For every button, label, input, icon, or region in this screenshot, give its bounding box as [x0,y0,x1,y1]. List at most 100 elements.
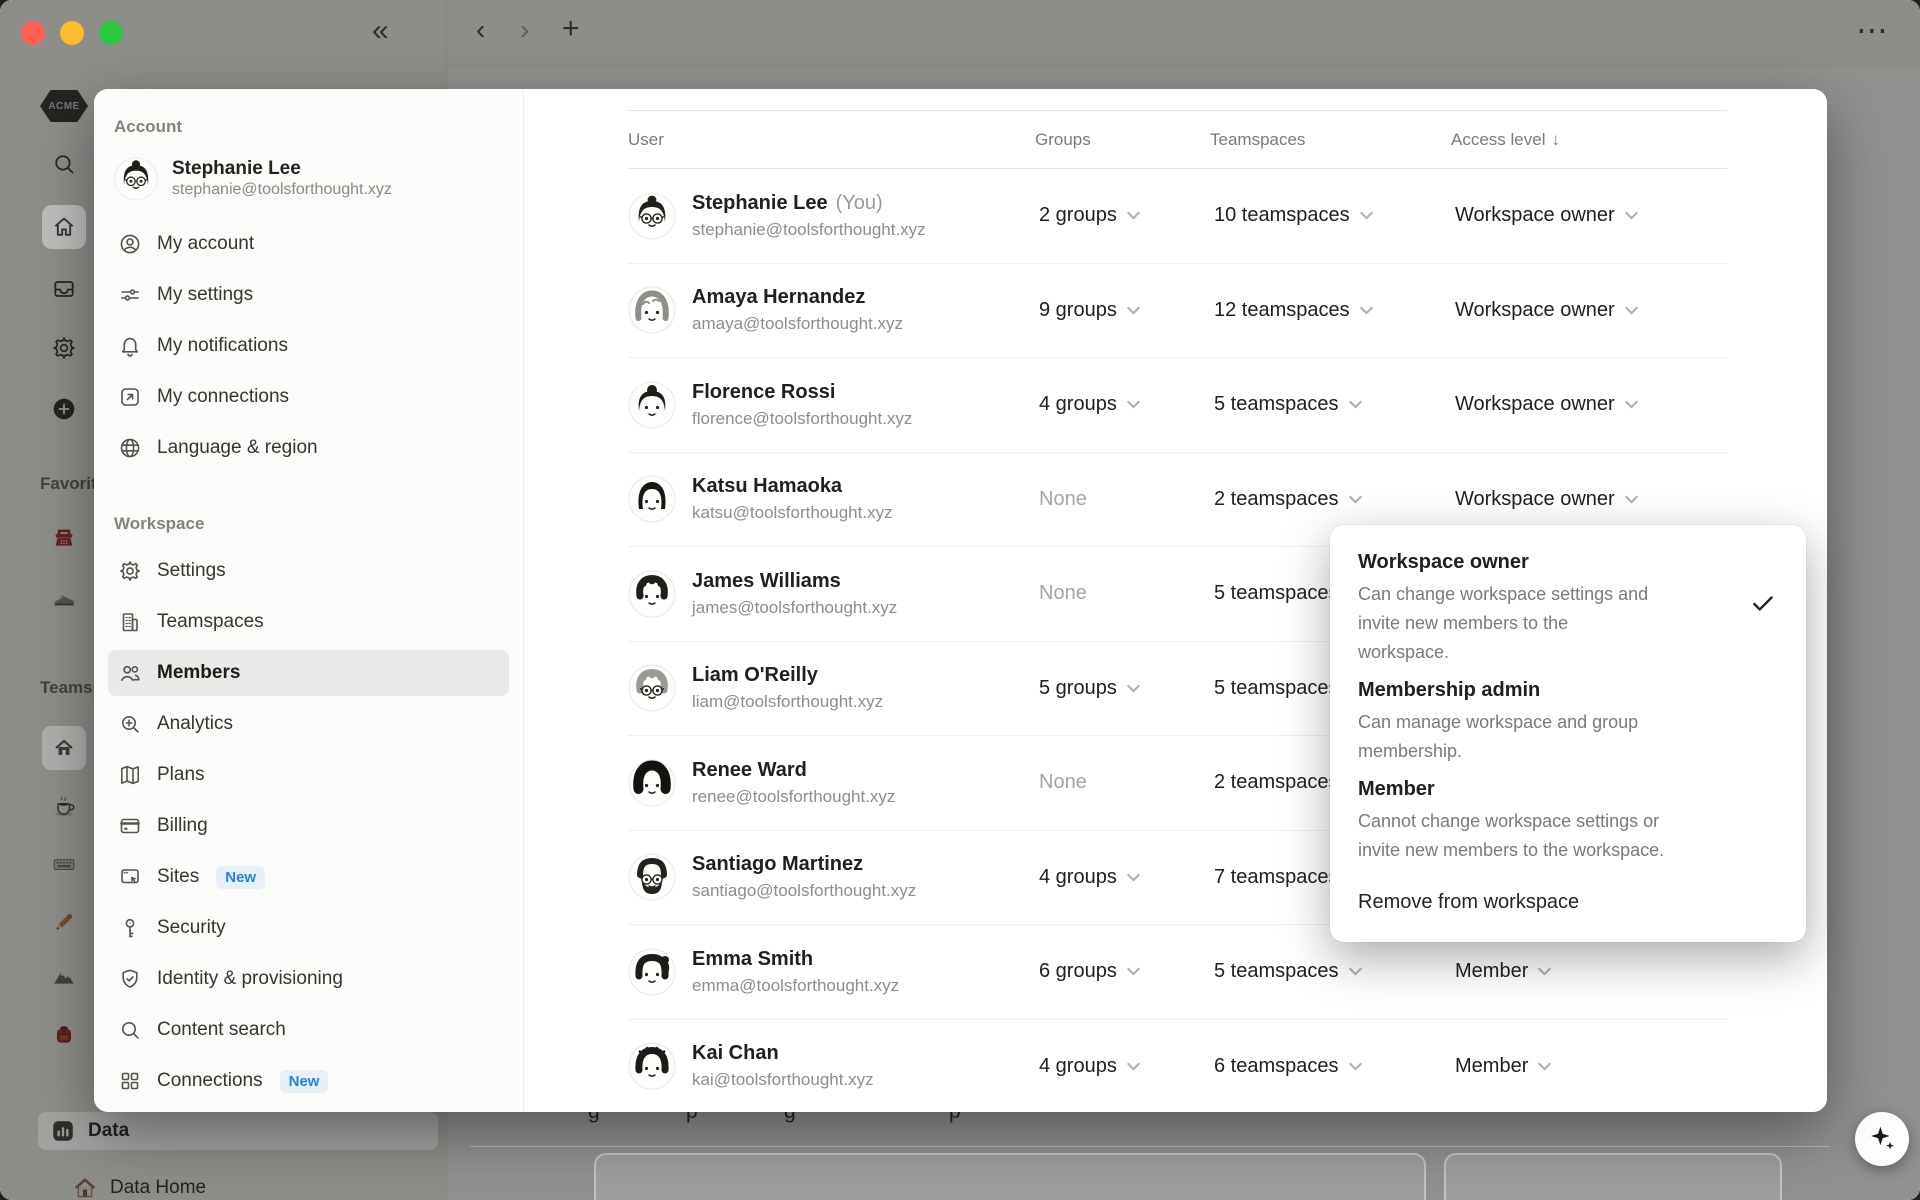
sidebar-item-billing[interactable]: Billing [108,803,509,849]
new-badge: New [216,865,266,889]
chevron-down-icon [1127,211,1140,220]
chevron-down-icon [1538,967,1552,976]
teamspaces-dropdown[interactable]: 5 teamspaces [1210,954,1366,989]
member-email: santiago@toolsforthought.xyz [692,881,917,901]
sidebar-item-sites[interactable]: Sites New [108,854,509,900]
avatar [628,381,676,429]
sidebar-item-my-settings[interactable]: My settings [108,272,509,318]
groups-dropdown[interactable]: 4 groups [1035,860,1144,895]
member-name: James Williams [692,569,841,592]
account-items: My account My settings My notifications My … [108,221,509,471]
chevron-down-icon [1538,1062,1552,1071]
access-level-dropdown[interactable]: Workspace owner [1451,293,1642,328]
house-color-icon [72,1175,98,1200]
sidebar-item-label: Plans [157,764,205,785]
sidebar-item-settings[interactable]: Settings [108,548,509,594]
sidebar-item-data-home[interactable]: Data Home [60,1168,420,1200]
groups-dropdown[interactable]: 4 groups [1035,1049,1144,1084]
sidebar-item-security[interactable]: Security [108,905,509,951]
access-level-dropdown[interactable]: Workspace owner [1451,482,1642,517]
column-user[interactable]: User [628,130,1035,150]
user-cell: Renee Ward renee@toolsforthought.xyz [628,759,1035,807]
browser-cursor-icon [118,865,142,889]
sidebar-item-data[interactable]: Data [38,1112,438,1150]
groups-dropdown[interactable]: 2 groups [1035,198,1144,233]
sidebar-item-language-region[interactable]: Language & region [108,425,509,471]
chevron-down-icon [1127,873,1140,882]
groups-dropdown[interactable]: 5 groups [1035,671,1144,706]
member-name: Amaya Hernandez [692,286,866,309]
sidebar-item-analytics[interactable]: Analytics [108,701,509,747]
minimize-button[interactable] [60,21,84,45]
sidebar-item-label: Teamspaces [157,611,264,632]
sidebar-item-label: Content search [157,1019,286,1040]
member-name: Renee Ward [692,758,807,781]
teamspaces-dropdown[interactable]: 12 teamspaces [1210,293,1377,328]
sidebar-item-plans[interactable]: Plans [108,752,509,798]
background-card [1444,1153,1782,1200]
column-access-level[interactable]: Access level ↓ [1451,130,1727,150]
sidebar-item-label: Settings [157,560,226,581]
user-cell: Florence Rossi florence@toolsforthought.x… [628,381,1035,429]
remove-from-workspace-option[interactable]: Remove from workspace [1358,883,1778,922]
avatar [628,475,676,523]
window-controls [21,21,123,45]
column-teamspaces[interactable]: Teamspaces [1210,130,1451,150]
globe-icon [118,436,142,460]
avatar [628,759,676,807]
sidebar-item-label: Sites [157,866,200,887]
teamspaces-dropdown[interactable]: 6 teamspaces [1210,1049,1366,1084]
sidebar-item-identity-provisioning[interactable]: Identity & provisioning [108,956,509,1002]
settings-sidebar: Account Stephanie Lee stephanie@toolsfor… [94,89,524,1112]
sidebar-item-my-account[interactable]: My account [108,221,509,267]
access-option-membership-admin[interactable]: Membership admin Can manage workspace and… [1358,669,1778,768]
chevron-down-icon [1127,684,1140,693]
groups-dropdown[interactable]: 6 groups [1035,954,1144,989]
teamspaces-dropdown[interactable]: 10 teamspaces [1210,198,1377,233]
table-row: Kai Chan kai@toolsforthought.xyz 4 groups 6… [628,1020,1727,1113]
access-level-dropdown[interactable]: Workspace owner [1451,387,1642,422]
groups-dropdown[interactable]: 4 groups [1035,387,1144,422]
user-cell: Emma Smith emma@toolsforthought.xyz [628,948,1035,996]
chevron-down-icon [1127,306,1140,315]
sidebar-item-label: Connections [157,1070,263,1091]
chevron-down-icon [1359,211,1373,220]
groups-dropdown[interactable]: None [1035,576,1091,611]
access-level-dropdown[interactable]: Workspace owner [1451,198,1642,233]
profile-email: stephanie@toolsforthought.xyz [172,181,392,199]
sidebar-item-connections[interactable]: Connections New [108,1058,509,1104]
access-option-workspace-owner[interactable]: Workspace owner Can change workspace sett… [1358,541,1778,669]
zoom-button[interactable] [99,21,123,45]
background-card [594,1153,1426,1200]
user-cell: Liam O'Reilly liam@toolsforthought.xyz [628,664,1035,712]
sidebar-item-my-notifications[interactable]: My notifications [108,323,509,369]
teamspace-home-tile[interactable] [42,726,86,770]
canvas-divider [470,1146,1830,1147]
new-badge: New [279,1069,329,1093]
groups-dropdown[interactable]: 9 groups [1035,293,1144,328]
access-level-dropdown[interactable]: Member [1451,1049,1555,1084]
app-window: « ‹ › + ⋯ ACME Favorites Teamspaces gpgp… [0,0,1920,1200]
sidebar-item-members[interactable]: Members [108,650,509,696]
option-description: Cannot change workspace settings or invi… [1358,811,1665,860]
sidebar-item-home-active[interactable] [42,205,86,249]
sidebar-item-teamspaces[interactable]: Teamspaces [108,599,509,645]
option-title: Membership admin [1358,679,1541,701]
groups-dropdown[interactable]: None [1035,765,1091,800]
account-profile[interactable]: Stephanie Lee stephanie@toolsforthought.… [114,151,505,207]
access-level-dropdown[interactable]: Member [1451,954,1555,989]
sidebar-item-my-connections[interactable]: My connections [108,374,509,420]
groups-dropdown[interactable]: None [1035,482,1091,517]
close-button[interactable] [21,21,45,45]
chevron-down-icon [1624,400,1638,409]
teamspaces-dropdown[interactable]: 5 teamspaces [1210,387,1366,422]
ai-sparkle-button[interactable] [1855,1112,1909,1166]
access-option-member[interactable]: Member Cannot change workspace settings o… [1358,768,1778,867]
sidebar-item-content-search[interactable]: Content search [108,1007,509,1053]
column-groups[interactable]: Groups [1035,130,1210,150]
teamspaces-dropdown[interactable]: 2 teamspaces [1210,482,1366,517]
member-name: Liam O'Reilly [692,664,818,687]
chevron-down-icon [1348,495,1362,504]
chevron-down-icon [1348,1062,1362,1071]
building-icon [118,610,142,634]
